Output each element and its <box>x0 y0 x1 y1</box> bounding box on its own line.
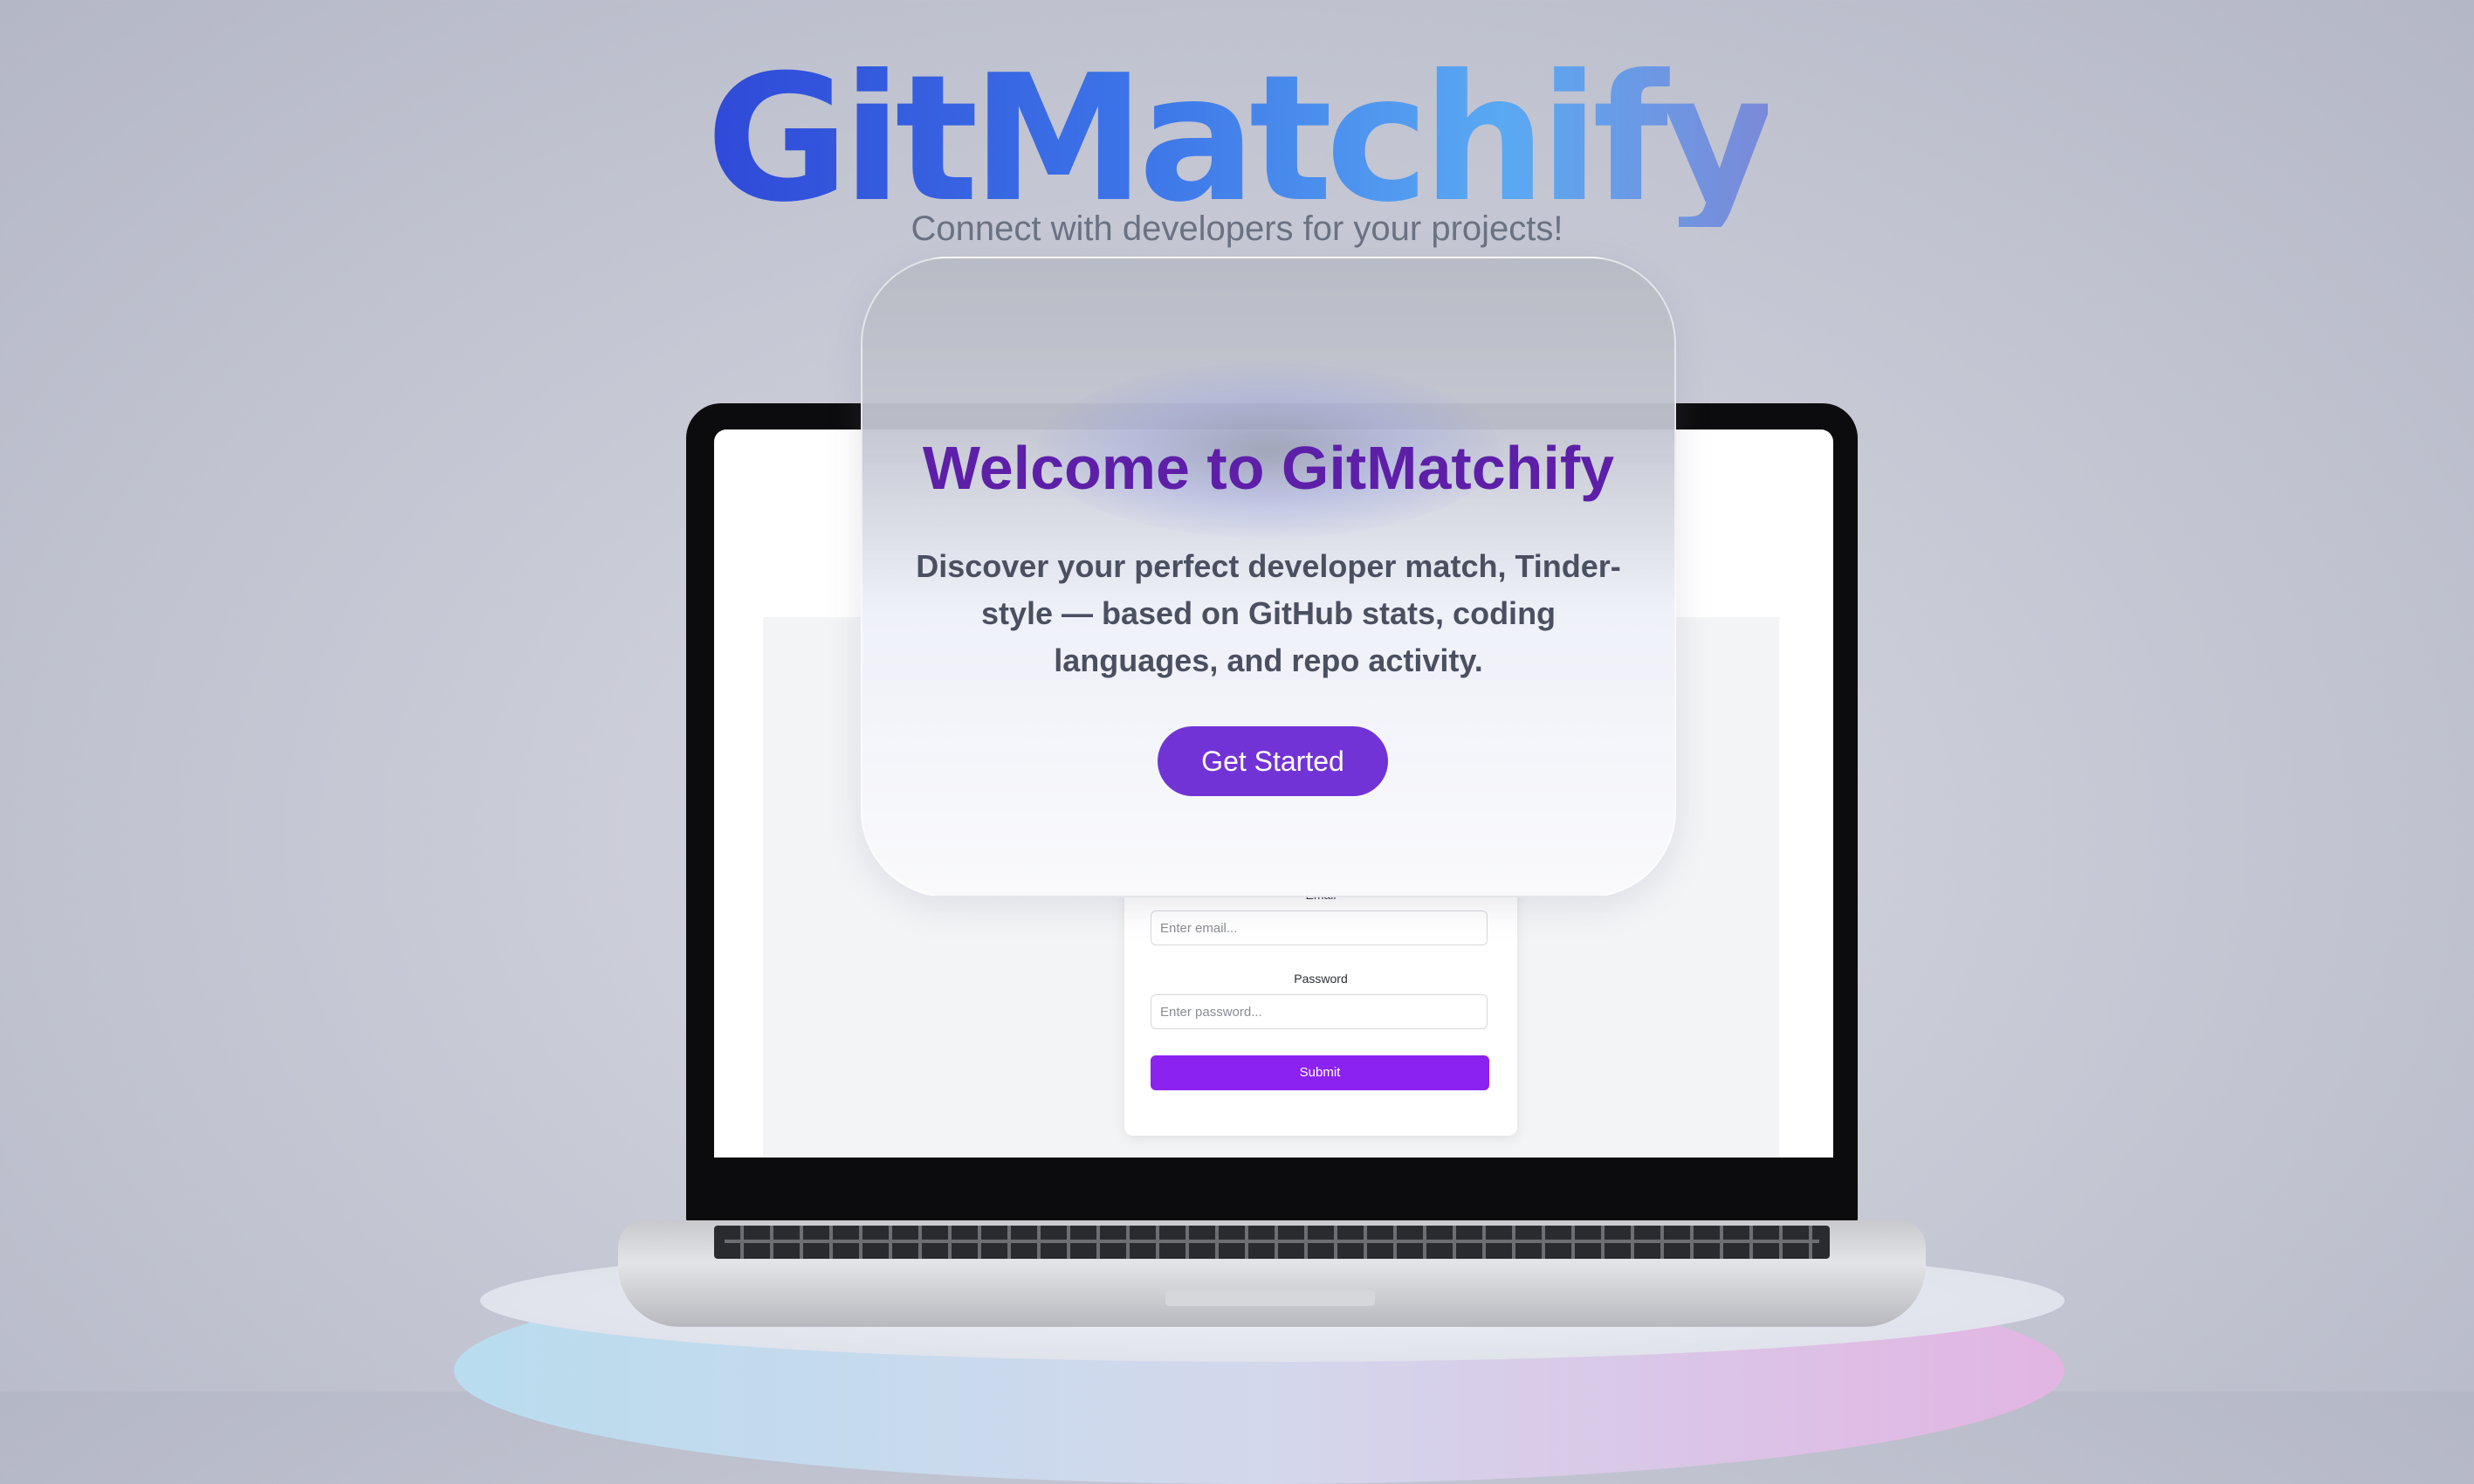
brand-tagline: Connect with developers for your project… <box>911 210 1563 248</box>
brand-header: GitMatchify <box>0 52 2474 227</box>
password-label: Password <box>1294 972 1348 986</box>
email-field[interactable]: Enter email... <box>1151 910 1488 945</box>
keyboard-divider <box>725 1240 1819 1243</box>
welcome-heading: Welcome to GitMatchify <box>922 434 1615 502</box>
laptop-notch <box>1165 1290 1375 1306</box>
welcome-card: Welcome to GitMatchify Discover your per… <box>861 257 1676 897</box>
welcome-description: Discover your perfect developer match, T… <box>916 548 1621 678</box>
get-started-button[interactable]: Get Started <box>1158 726 1388 796</box>
submit-button[interactable]: Submit <box>1151 1055 1489 1090</box>
password-field[interactable]: Enter password... <box>1151 994 1488 1029</box>
brand-logo-title: GitMatchify <box>705 38 1776 241</box>
